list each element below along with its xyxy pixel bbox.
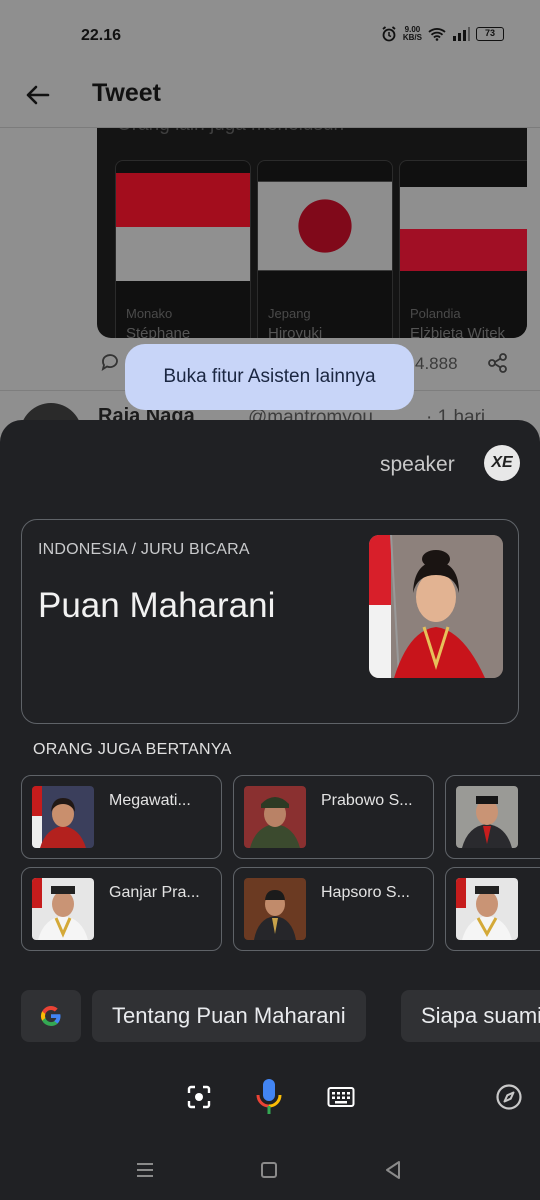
mic-button[interactable] <box>251 1075 287 1119</box>
net-speed: 9.00 KB/S <box>402 25 422 42</box>
assistant-tooltip[interactable]: Buka fitur Asisten lainnya <box>125 344 414 410</box>
person-photo <box>369 535 503 678</box>
knowledge-panel-name: Puan Maharani <box>38 586 276 625</box>
lens-button[interactable] <box>181 1075 217 1119</box>
subtitle-country: INDONESIA <box>38 541 127 558</box>
recents-icon[interactable] <box>133 1158 157 1182</box>
status-time: 22.16 <box>81 27 122 44</box>
knowledge-panel-card[interactable]: INDONESIA / JURU BICARA Puan Maharani <box>21 519 519 724</box>
related-item-japan[interactable]: Jepang Hiroyuki <box>257 160 393 338</box>
person-chip-third[interactable] <box>445 775 540 859</box>
google-g-icon <box>40 1006 61 1026</box>
suggestion-chip-tentang[interactable]: Tentang Puan Maharani <box>92 990 366 1042</box>
person-thumbnail <box>244 786 306 848</box>
speaker-label: speaker <box>380 453 455 476</box>
suggestion-row: Tentang Puan Maharani Siapa suami <box>21 990 540 1042</box>
related-item-country: Jepang <box>268 306 311 321</box>
explore-button[interactable] <box>491 1075 527 1119</box>
people-also-ask-title: ORANG JUGA BERTANYA <box>33 741 232 758</box>
home-icon[interactable] <box>257 1158 281 1182</box>
person-chip-label: Ganjar Pra... <box>109 884 200 901</box>
keyboard-icon <box>327 1087 355 1107</box>
related-item-person: Stéphane <box>126 325 191 338</box>
related-item-country: Polandia <box>410 306 461 321</box>
related-item-country: Monako <box>126 306 173 321</box>
person-chip-label: Prabowo S... <box>321 792 413 809</box>
people-also-ask-grid: Megawati... Prabowo S... Ganjar Pra... H… <box>21 775 540 955</box>
person-chip-prabowo[interactable]: Prabowo S... <box>233 775 434 859</box>
monaco-flag-icon <box>116 173 250 281</box>
person-thumbnail <box>456 878 518 940</box>
google-button[interactable] <box>21 990 81 1042</box>
person-chip-label: Hapsoro S... <box>321 884 410 901</box>
related-item-monaco[interactable]: Monako Stéphane <box>115 160 251 338</box>
view-count: 4.888 <box>415 354 458 373</box>
compass-icon <box>496 1084 522 1110</box>
subtitle-role: / JURU BICARA <box>131 541 250 558</box>
system-nav-bar <box>0 1150 540 1200</box>
battery-icon: 73 <box>476 27 504 41</box>
suggestion-chip-siapa[interactable]: Siapa suami <box>401 990 540 1042</box>
status-icons: 9.00 KB/S 73 <box>381 26 504 42</box>
person-chip-megawati[interactable]: Megawati... <box>21 775 222 859</box>
status-bar: 22.16 9.00 KB/S 73 <box>0 0 540 70</box>
share-icon[interactable] <box>487 352 509 374</box>
lens-icon <box>187 1085 211 1109</box>
account-avatar[interactable]: XE <box>484 445 520 481</box>
keyboard-button[interactable] <box>323 1075 359 1119</box>
person-chip-hapsoro[interactable]: Hapsoro S... <box>233 867 434 951</box>
knowledge-panel-subtitle: INDONESIA / JURU BICARA <box>38 541 250 559</box>
assistant-sheet: speaker XE INDONESIA / JURU BICARA Puan … <box>0 420 540 1200</box>
japan-flag-icon <box>258 181 392 271</box>
alarm-icon <box>382 26 396 42</box>
person-chip-label: Megawati... <box>109 792 191 809</box>
assistant-toolbar <box>0 1075 540 1119</box>
person-thumbnail <box>32 878 94 940</box>
related-item-person: Hiroyuki <box>268 325 323 338</box>
signal-icon <box>453 27 470 41</box>
person-chip-ganjar[interactable]: Ganjar Pra... <box>21 867 222 951</box>
back-arrow-icon[interactable] <box>22 80 52 110</box>
wifi-icon <box>428 28 446 41</box>
related-searches-title: Orang lain juga menelusuri <box>117 128 344 136</box>
related-item-person: Elżbieta Witek <box>410 325 506 338</box>
back-icon[interactable] <box>381 1158 405 1182</box>
person-thumbnail <box>32 786 94 848</box>
top-bar: Tweet <box>0 70 540 128</box>
reply-icon[interactable] <box>100 352 120 372</box>
poland-flag-icon <box>400 187 527 271</box>
related-searches-card: Orang lain juga menelusuri Monako Stépha… <box>97 128 527 338</box>
page-title: Tweet <box>92 79 161 107</box>
related-item-poland[interactable]: Polandia Elżbieta Witek <box>399 160 527 338</box>
person-thumbnail <box>244 878 306 940</box>
person-chip-sixth[interactable] <box>445 867 540 951</box>
person-thumbnail <box>456 786 518 848</box>
mic-icon <box>256 1079 282 1114</box>
